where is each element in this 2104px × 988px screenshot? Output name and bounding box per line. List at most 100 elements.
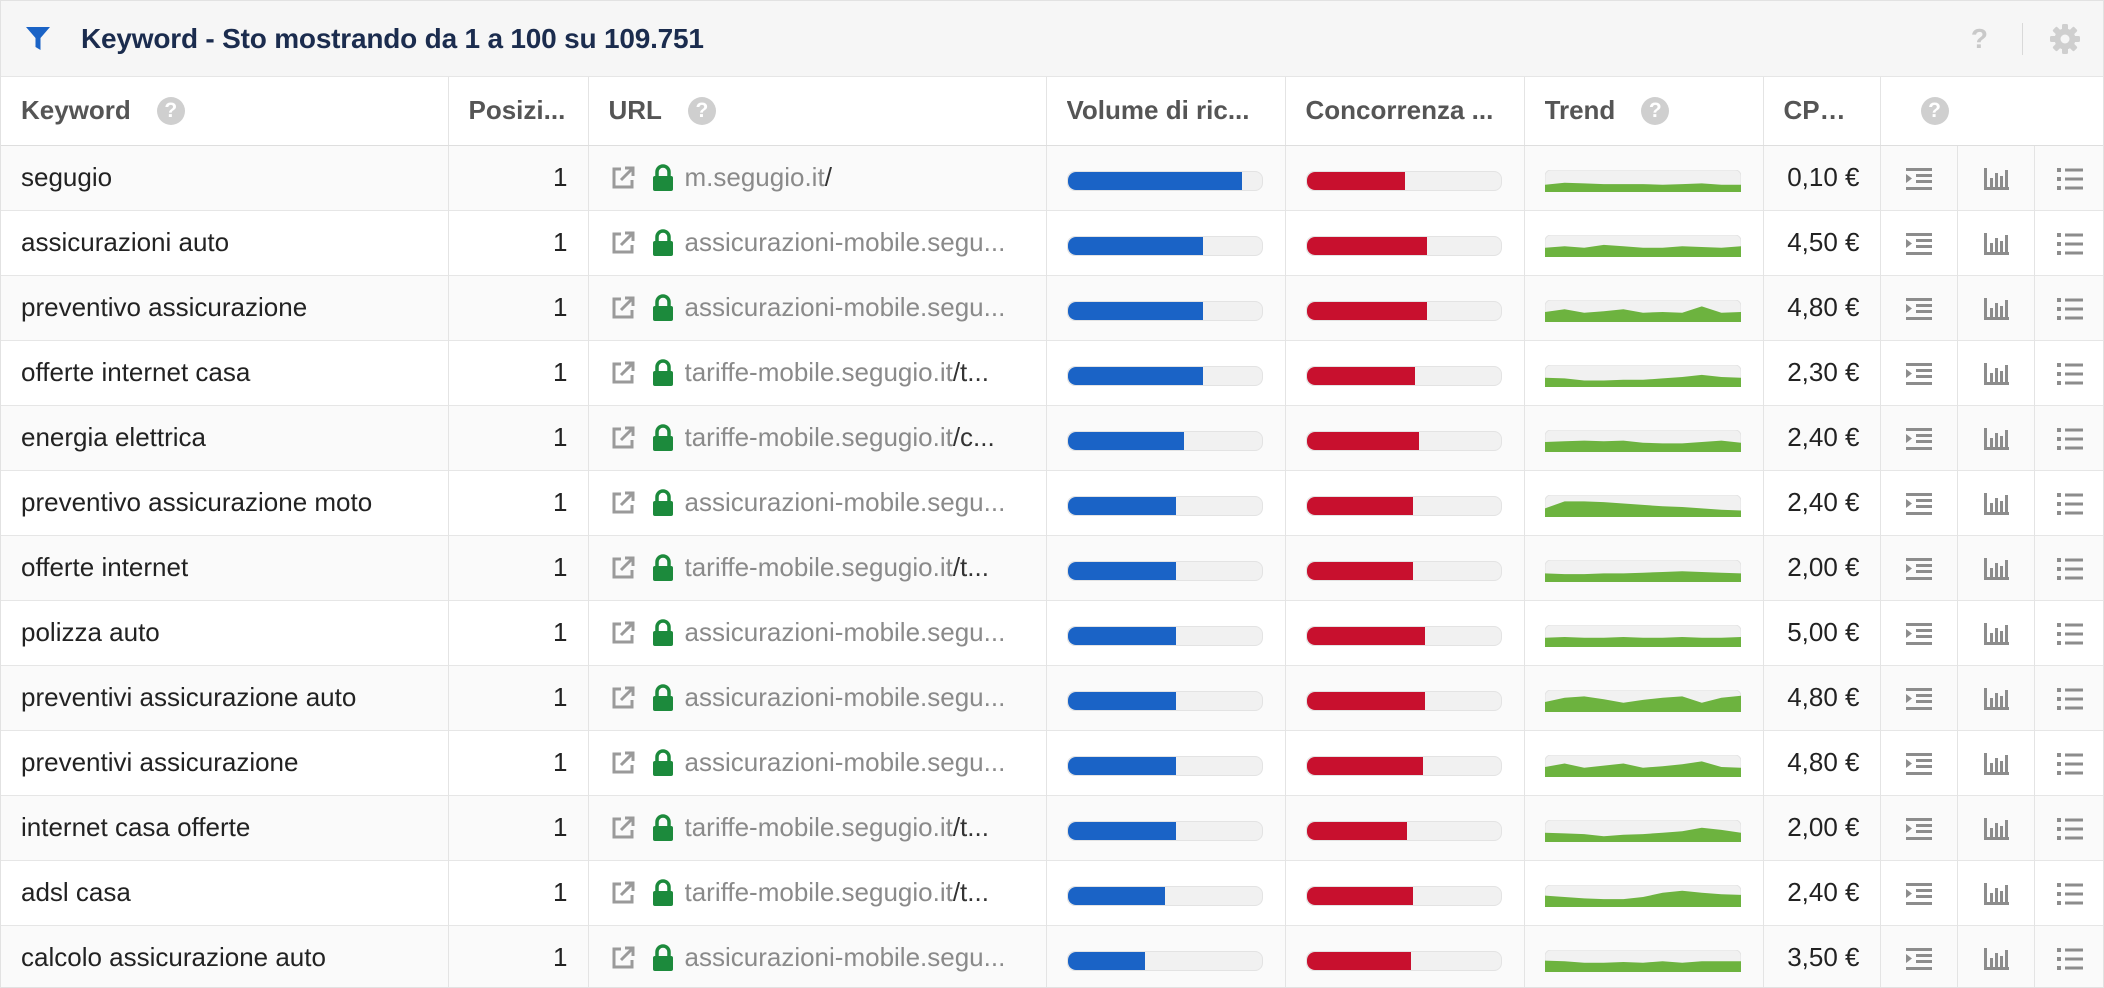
keyword-cell[interactable]: preventivo assicurazione [1,275,449,340]
url-link[interactable]: tariffe-mobile.segugio.it/t... [685,812,989,843]
bar-chart-icon[interactable] [1981,166,2011,192]
external-link-icon[interactable] [609,944,637,972]
keyword-text[interactable]: internet casa offerte [21,812,250,842]
keyword-text[interactable]: polizza auto [21,617,160,647]
help-icon[interactable]: ? [1920,96,1949,125]
keyword-cell[interactable]: calcolo assicurazione auto [1,925,449,987]
keyword-text[interactable]: segugio [21,162,112,192]
external-link-icon[interactable] [609,749,637,777]
indent-list-icon[interactable] [1904,296,1934,322]
list-icon[interactable] [2055,946,2085,972]
bar-chart-icon[interactable] [1981,946,2011,972]
external-link-icon[interactable] [609,814,637,842]
column-header-cpc[interactable]: CPC... [1763,77,1881,146]
external-link-icon[interactable] [609,294,637,322]
indent-list-icon[interactable] [1904,881,1934,907]
url-link[interactable]: tariffe-mobile.segugio.it/t... [685,877,989,908]
list-icon[interactable] [2055,491,2085,517]
indent-list-icon[interactable] [1904,556,1934,582]
help-icon[interactable]: ? [687,96,716,125]
bar-chart-icon[interactable] [1981,621,2011,647]
help-icon[interactable]: ? [156,96,185,125]
external-link-icon[interactable] [609,229,637,257]
keyword-cell[interactable]: preventivo assicurazione moto [1,470,449,535]
keyword-text[interactable]: offerte internet casa [21,357,250,387]
indent-list-icon[interactable] [1904,816,1934,842]
external-link-icon[interactable] [609,164,637,192]
help-icon[interactable]: ? [1971,23,1988,55]
list-icon[interactable] [2055,816,2085,842]
keyword-text[interactable]: calcolo assicurazione auto [21,942,326,972]
list-icon[interactable] [2055,426,2085,452]
column-header-volume[interactable]: Volume di ric... [1046,77,1286,146]
keyword-cell[interactable]: internet casa offerte [1,795,449,860]
list-icon[interactable] [2055,166,2085,192]
list-icon[interactable] [2055,361,2085,387]
url-link[interactable]: assicurazioni-mobile.segu... [685,617,1006,648]
bar-chart-icon[interactable] [1981,816,2011,842]
list-icon[interactable] [2055,556,2085,582]
keyword-cell[interactable]: preventivi assicurazione [1,730,449,795]
bar-chart-icon[interactable] [1981,751,2011,777]
bar-chart-icon[interactable] [1981,296,2011,322]
column-header-competition[interactable]: Concorrenza ... [1285,77,1525,146]
gear-icon[interactable] [2049,23,2081,55]
external-link-icon[interactable] [609,684,637,712]
indent-list-icon[interactable] [1904,361,1934,387]
bar-chart-icon[interactable] [1981,426,2011,452]
help-icon[interactable]: ? [1641,96,1670,125]
bar-chart-icon[interactable] [1981,881,2011,907]
external-link-icon[interactable] [609,489,637,517]
keyword-cell[interactable]: polizza auto [1,600,449,665]
url-link[interactable]: assicurazioni-mobile.segu... [685,487,1006,518]
indent-list-icon[interactable] [1904,231,1934,257]
external-link-icon[interactable] [609,424,637,452]
external-link-icon[interactable] [609,554,637,582]
list-icon[interactable] [2055,231,2085,257]
column-header-url[interactable]: URL? [588,77,1047,146]
indent-list-icon[interactable] [1904,491,1934,517]
filter-icon[interactable] [25,24,55,54]
list-icon[interactable] [2055,881,2085,907]
url-link[interactable]: assicurazioni-mobile.segu... [685,292,1006,323]
keyword-cell[interactable]: segugio [1,145,449,210]
url-link[interactable]: tariffe-mobile.segugio.it/c... [685,422,995,453]
bar-chart-icon[interactable] [1981,361,2011,387]
keyword-text[interactable]: preventivo assicurazione [21,292,307,322]
keyword-cell[interactable]: offerte internet casa [1,340,449,405]
indent-list-icon[interactable] [1904,621,1934,647]
keyword-text[interactable]: assicurazioni auto [21,227,229,257]
bar-chart-icon[interactable] [1981,231,2011,257]
keyword-cell[interactable]: energia elettrica [1,405,449,470]
keyword-text[interactable]: preventivi assicurazione [21,747,298,777]
external-link-icon[interactable] [609,879,637,907]
url-link[interactable]: tariffe-mobile.segugio.it/t... [685,357,989,388]
bar-chart-icon[interactable] [1981,491,2011,517]
keyword-text[interactable]: energia elettrica [21,422,206,452]
url-link[interactable]: assicurazioni-mobile.segu... [685,747,1006,778]
url-link[interactable]: tariffe-mobile.segugio.it/t... [685,552,989,583]
indent-list-icon[interactable] [1904,686,1934,712]
indent-list-icon[interactable] [1904,166,1934,192]
keyword-text[interactable]: offerte internet [21,552,188,582]
keyword-cell[interactable]: preventivi assicurazione auto [1,665,449,730]
column-header-position[interactable]: Posizi... [448,77,589,146]
list-icon[interactable] [2055,621,2085,647]
url-link[interactable]: assicurazioni-mobile.segu... [685,227,1006,258]
url-link[interactable]: assicurazioni-mobile.segu... [685,682,1006,713]
list-icon[interactable] [2055,751,2085,777]
column-header-keyword[interactable]: Keyword? [1,77,449,146]
keyword-text[interactable]: adsl casa [21,877,131,907]
keyword-cell[interactable]: adsl casa [1,860,449,925]
url-link[interactable]: assicurazioni-mobile.segu... [685,942,1006,973]
bar-chart-icon[interactable] [1981,556,2011,582]
list-icon[interactable] [2055,686,2085,712]
keyword-cell[interactable]: offerte internet [1,535,449,600]
indent-list-icon[interactable] [1904,751,1934,777]
keyword-text[interactable]: preventivo assicurazione moto [21,487,372,517]
external-link-icon[interactable] [609,619,637,647]
keyword-text[interactable]: preventivi assicurazione auto [21,682,356,712]
external-link-icon[interactable] [609,359,637,387]
indent-list-icon[interactable] [1904,426,1934,452]
bar-chart-icon[interactable] [1981,686,2011,712]
